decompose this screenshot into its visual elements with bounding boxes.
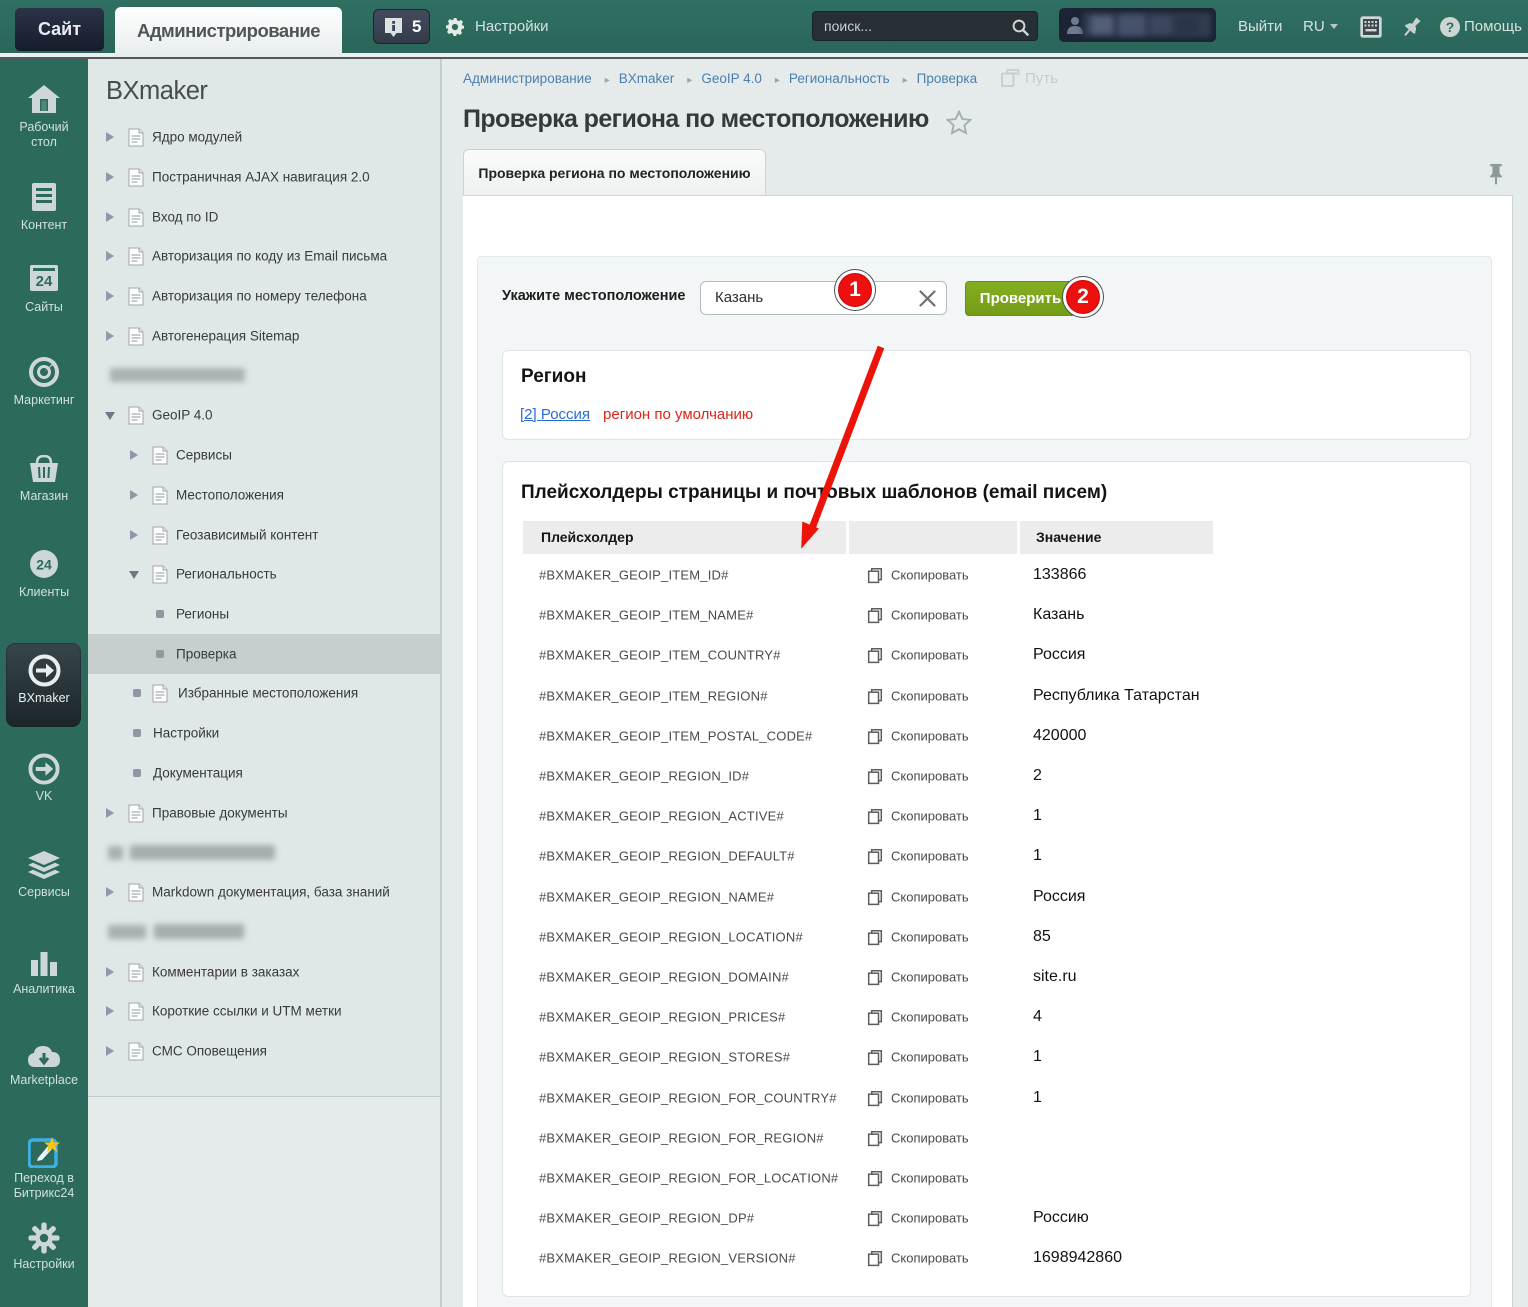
svg-text:24: 24 [36,557,52,573]
svg-text:24: 24 [36,273,53,290]
svg-text:?: ? [1446,19,1455,35]
